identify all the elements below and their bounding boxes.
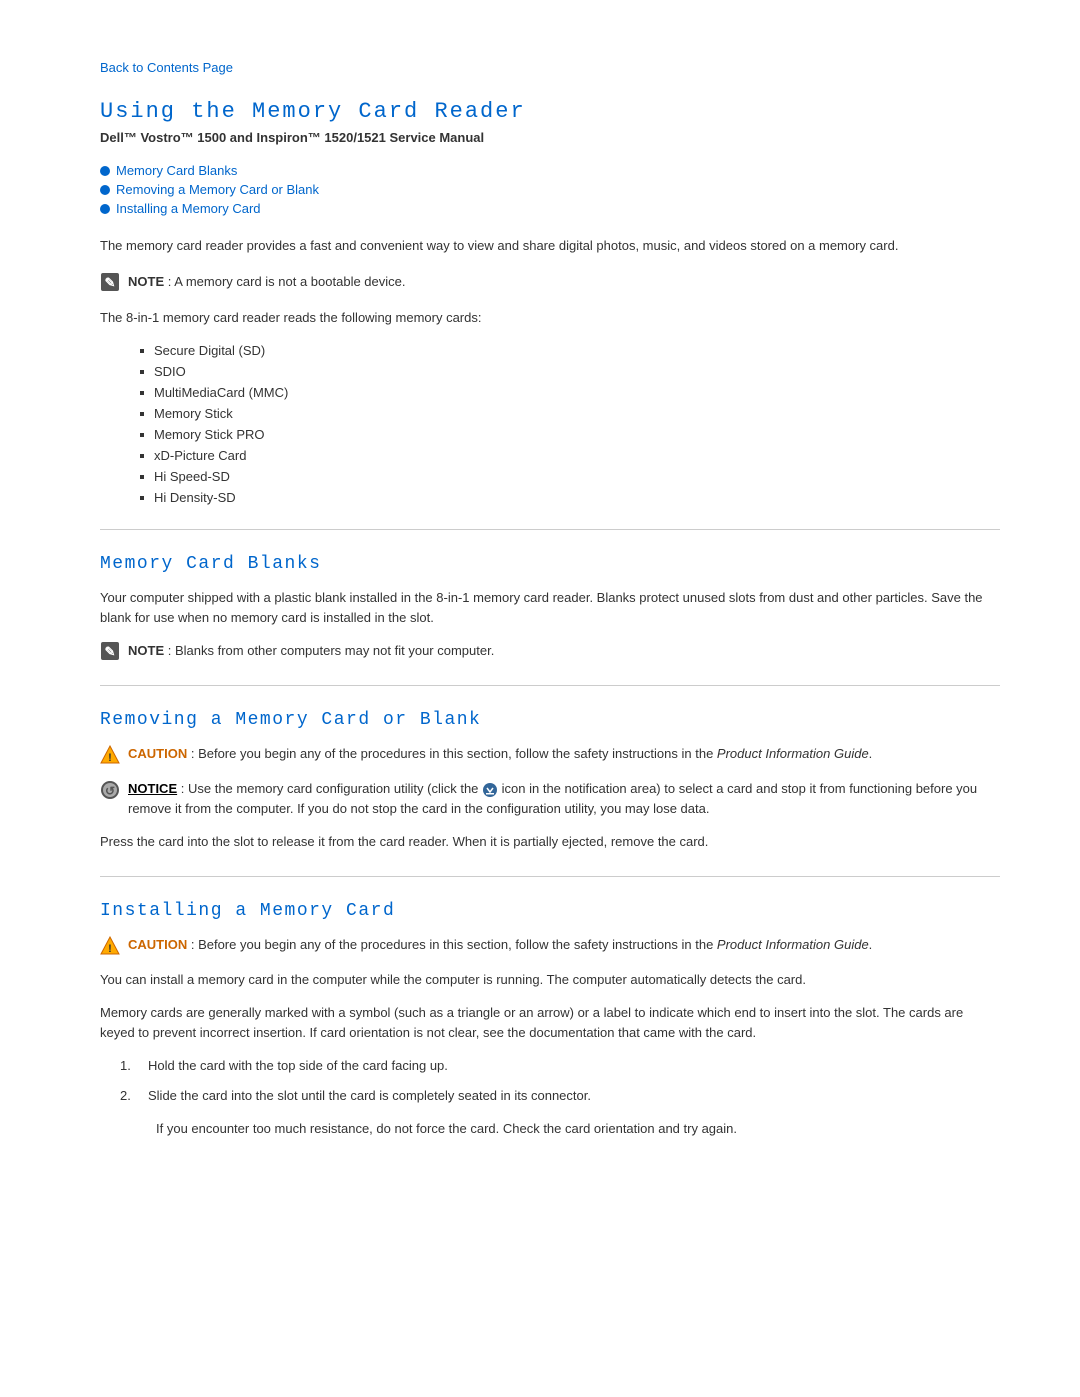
caution-triangle-icon: ! bbox=[100, 936, 120, 956]
caution-label: CAUTION bbox=[128, 937, 187, 952]
table-of-contents: Memory Card Blanks Removing a Memory Car… bbox=[100, 163, 1000, 216]
caution-label: CAUTION bbox=[128, 746, 187, 761]
svg-text:✎: ✎ bbox=[105, 644, 116, 659]
note-body: : A memory card is not a bootable device… bbox=[168, 274, 406, 289]
intro-text: The memory card reader provides a fast a… bbox=[100, 236, 1000, 256]
toc-bullet-icon bbox=[100, 166, 110, 176]
list-bullet-icon bbox=[140, 412, 144, 416]
list-item: 1. Hold the card with the top side of th… bbox=[120, 1056, 1000, 1076]
list-item: 2. Slide the card into the slot until th… bbox=[120, 1086, 1000, 1106]
installing-sub-note: If you encounter too much resistance, do… bbox=[156, 1119, 1000, 1139]
notice-label: NOTICE bbox=[128, 781, 177, 796]
note-body: : Blanks from other computers may not fi… bbox=[168, 643, 495, 658]
installing-intro-text: You can install a memory card in the com… bbox=[100, 970, 1000, 990]
svg-text:!: ! bbox=[108, 943, 112, 955]
card-list-intro: The 8-in-1 memory card reader reads the … bbox=[100, 308, 1000, 328]
step-number: 2. bbox=[120, 1086, 140, 1106]
note-label: NOTE bbox=[128, 643, 164, 658]
list-item: xD-Picture Card bbox=[140, 448, 1000, 463]
list-item: Hi Speed-SD bbox=[140, 469, 1000, 484]
note-blanks: ✎ NOTE : Blanks from other computers may… bbox=[100, 641, 1000, 661]
list-item: Memory Stick PRO bbox=[140, 427, 1000, 442]
list-bullet-icon bbox=[140, 433, 144, 437]
note-label: NOTE bbox=[128, 274, 164, 289]
caution-body: : Before you begin any of the procedures… bbox=[191, 937, 872, 952]
list-item: MultiMediaCard (MMC) bbox=[140, 385, 1000, 400]
section-divider bbox=[100, 529, 1000, 530]
removing-text: Press the card into the slot to release … bbox=[100, 832, 1000, 852]
list-item: Secure Digital (SD) bbox=[140, 343, 1000, 358]
tray-icon bbox=[482, 782, 498, 798]
section-title-blanks: Memory Card Blanks bbox=[100, 554, 1000, 574]
list-item: SDIO bbox=[140, 364, 1000, 379]
caution-triangle-icon: ! bbox=[100, 745, 120, 765]
list-bullet-icon bbox=[140, 496, 144, 500]
blanks-intro-text: Your computer shipped with a plastic bla… bbox=[100, 588, 1000, 627]
step-text: Slide the card into the slot until the c… bbox=[148, 1086, 591, 1106]
section-divider bbox=[100, 876, 1000, 877]
caution-body: : Before you begin any of the procedures… bbox=[191, 746, 872, 761]
toc-bullet-icon bbox=[100, 204, 110, 214]
installing-steps: 1. Hold the card with the top side of th… bbox=[120, 1056, 1000, 1105]
toc-item-removing: Removing a Memory Card or Blank bbox=[100, 182, 1000, 197]
svg-text:✎: ✎ bbox=[105, 275, 116, 290]
toc-item-installing: Installing a Memory Card bbox=[100, 201, 1000, 216]
note-icon: ✎ bbox=[100, 272, 120, 292]
svg-text:↺: ↺ bbox=[105, 784, 115, 798]
list-item: Hi Density-SD bbox=[140, 490, 1000, 505]
memory-card-list: Secure Digital (SD) SDIO MultiMediaCard … bbox=[140, 343, 1000, 505]
list-bullet-icon bbox=[140, 475, 144, 479]
svg-text:!: ! bbox=[108, 752, 112, 764]
toc-item-blanks: Memory Card Blanks bbox=[100, 163, 1000, 178]
section-title-removing: Removing a Memory Card or Blank bbox=[100, 710, 1000, 730]
page-subtitle: Dell™ Vostro™ 1500 and Inspiron™ 1520/15… bbox=[100, 130, 1000, 145]
caution-installing: ! CAUTION : Before you begin any of the … bbox=[100, 935, 1000, 956]
notice-removing: ↺ NOTICE : Use the memory card configura… bbox=[100, 779, 1000, 818]
step-number: 1. bbox=[120, 1056, 140, 1076]
notice-circle-icon: ↺ bbox=[100, 780, 120, 800]
back-to-contents-link[interactable]: Back to Contents Page bbox=[100, 60, 1000, 75]
note-bootable: ✎ NOTE : A memory card is not a bootable… bbox=[100, 272, 1000, 292]
notice-body: : Use the memory card configuration util… bbox=[128, 781, 977, 816]
section-divider bbox=[100, 685, 1000, 686]
toc-bullet-icon bbox=[100, 185, 110, 195]
list-bullet-icon bbox=[140, 349, 144, 353]
list-bullet-icon bbox=[140, 370, 144, 374]
toc-link-blanks[interactable]: Memory Card Blanks bbox=[116, 163, 237, 178]
list-item: Memory Stick bbox=[140, 406, 1000, 421]
page-title: Using the Memory Card Reader bbox=[100, 99, 1000, 124]
toc-link-removing[interactable]: Removing a Memory Card or Blank bbox=[116, 182, 319, 197]
section-title-installing: Installing a Memory Card bbox=[100, 901, 1000, 921]
list-bullet-icon bbox=[140, 454, 144, 458]
toc-link-installing[interactable]: Installing a Memory Card bbox=[116, 201, 261, 216]
note-icon: ✎ bbox=[100, 641, 120, 661]
installing-detail-text: Memory cards are generally marked with a… bbox=[100, 1003, 1000, 1042]
caution-removing: ! CAUTION : Before you begin any of the … bbox=[100, 744, 1000, 765]
list-bullet-icon bbox=[140, 391, 144, 395]
step-text: Hold the card with the top side of the c… bbox=[148, 1056, 448, 1076]
